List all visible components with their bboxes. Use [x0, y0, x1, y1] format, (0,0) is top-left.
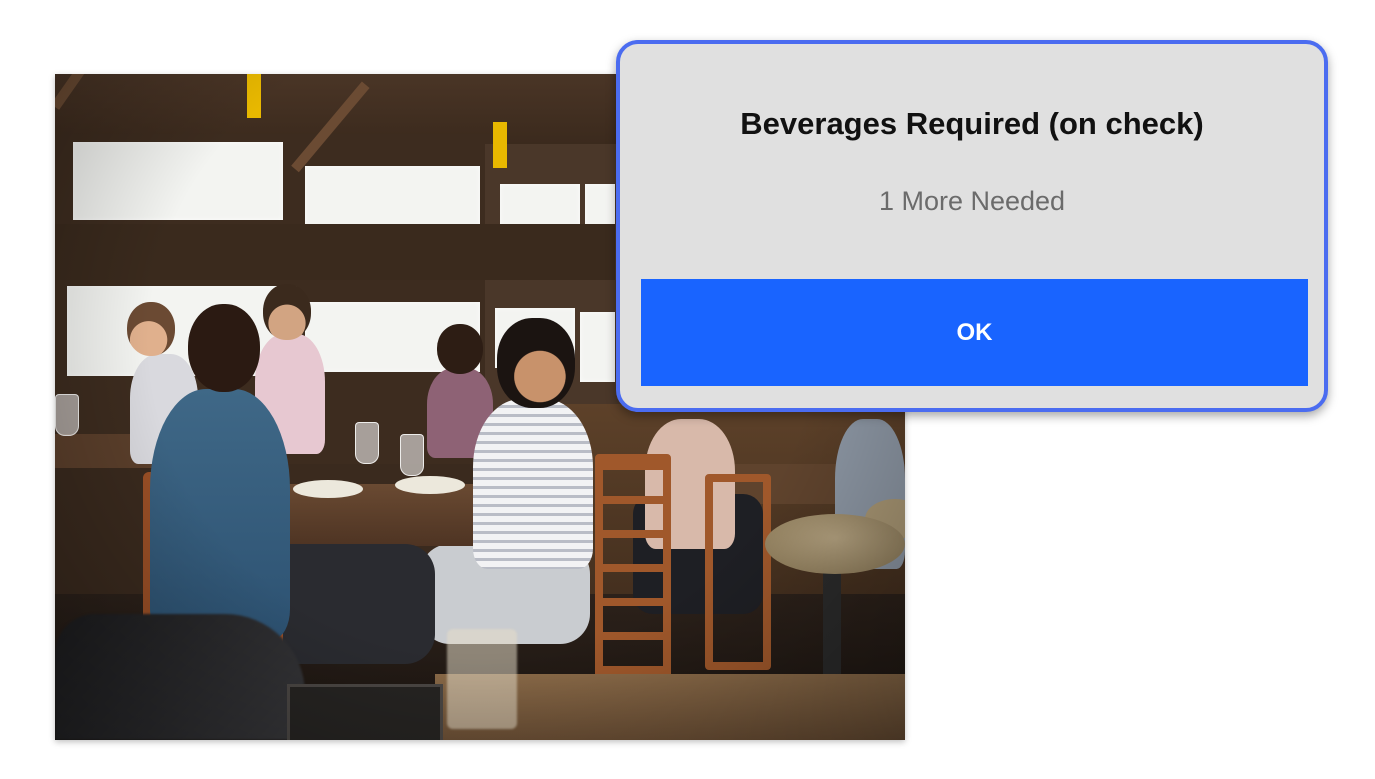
alert-dialog: Beverages Required (on check) 1 More Nee…: [616, 40, 1328, 412]
ok-button[interactable]: OK: [641, 279, 1308, 386]
dialog-title: Beverages Required (on check): [740, 106, 1204, 141]
dialog-message: 1 More Needed: [878, 186, 1066, 216]
